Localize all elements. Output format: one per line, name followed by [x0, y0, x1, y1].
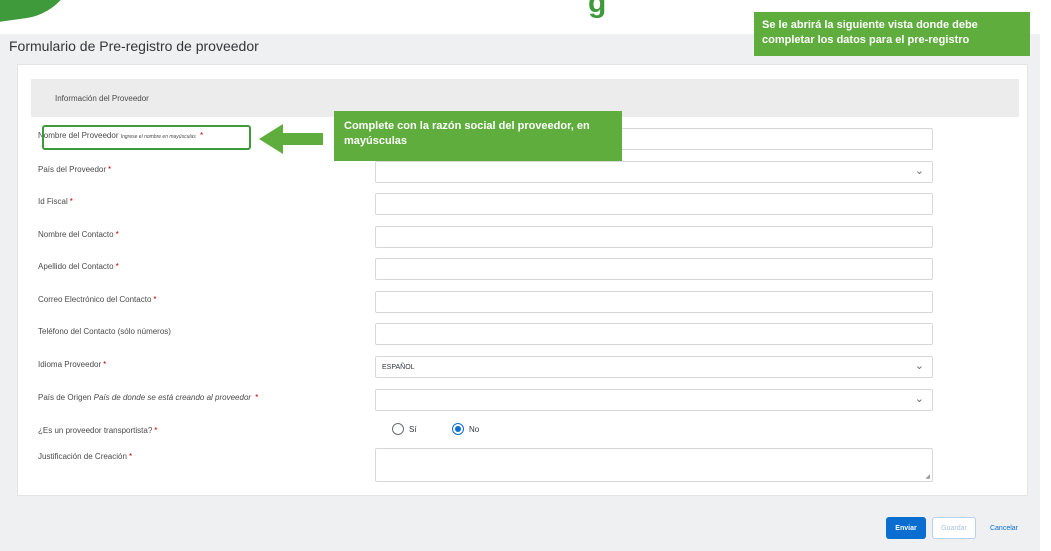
instruction-callout-top: Se le abrirá la siguiente vista donde de… [754, 12, 1030, 56]
required-marker: * [154, 426, 158, 435]
supplier-country-select[interactable]: ⌄ [375, 161, 933, 183]
chevron-down-icon: ⌄ [914, 165, 924, 177]
send-button[interactable]: Enviar [886, 517, 926, 539]
required-marker: * [128, 452, 133, 461]
contact-email-input[interactable] [375, 291, 933, 313]
justification-textarea[interactable]: ◢ [375, 448, 933, 482]
contact-phone-label: Teléfono del Contacto (sólo números) [38, 327, 171, 336]
page-title: Formulario de Pre-registro de proveedor [9, 38, 259, 54]
carrier-no-radio[interactable] [452, 423, 464, 435]
is-carrier-label: ¿Es un proveedor transportista? * [38, 426, 158, 435]
required-marker: * [255, 393, 259, 402]
chevron-down-icon: ⌄ [914, 360, 924, 372]
required-marker: * [115, 262, 119, 271]
carrier-yes-label: Sí [409, 425, 417, 434]
section-title: Información del Proveedor [55, 94, 149, 103]
cancel-button[interactable]: Cancelar [984, 517, 1024, 539]
save-button[interactable]: Guardar [932, 517, 976, 539]
contact-first-name-label: Nombre del Contacto * [38, 230, 119, 239]
tax-id-input[interactable] [375, 193, 933, 215]
required-marker: * [153, 295, 157, 304]
required-marker: * [115, 230, 119, 239]
origin-country-label: País de Origen País de donde se está cre… [38, 393, 259, 402]
arrow-left-icon [259, 124, 323, 154]
contact-last-name-input[interactable] [375, 258, 933, 280]
required-marker: * [108, 165, 112, 174]
supplier-language-select[interactable]: ESPAÑOL ⌄ [375, 356, 933, 378]
decorative-corner-shape [0, 0, 84, 26]
contact-first-name-input[interactable] [375, 226, 933, 248]
required-marker: * [69, 197, 73, 206]
chevron-down-icon: ⌄ [914, 393, 924, 405]
carrier-yes-radio[interactable] [392, 423, 404, 435]
contact-email-label: Correo Electrónico del Contacto * [38, 295, 157, 304]
origin-country-select[interactable]: ⌄ [375, 389, 933, 411]
contact-last-name-label: Apellido del Contacto * [38, 262, 119, 271]
supplier-country-label: País del Proveedor * [38, 165, 112, 174]
tax-id-label: Id Fiscal * [38, 197, 73, 206]
resize-handle-icon[interactable]: ◢ [925, 473, 930, 480]
highlight-box [42, 125, 251, 150]
supplier-language-label: Idioma Proveedor * [38, 360, 107, 369]
justification-label: Justificación de Creación * [38, 452, 133, 461]
decorative-heading-fragment: g [588, 0, 607, 19]
instruction-callout-mid: Complete con la razón social del proveed… [334, 111, 622, 161]
origin-country-hint: País de donde se está creando al proveed… [93, 393, 252, 402]
contact-phone-input[interactable] [375, 323, 933, 345]
required-marker: * [103, 360, 107, 369]
carrier-no-label: No [469, 425, 480, 434]
